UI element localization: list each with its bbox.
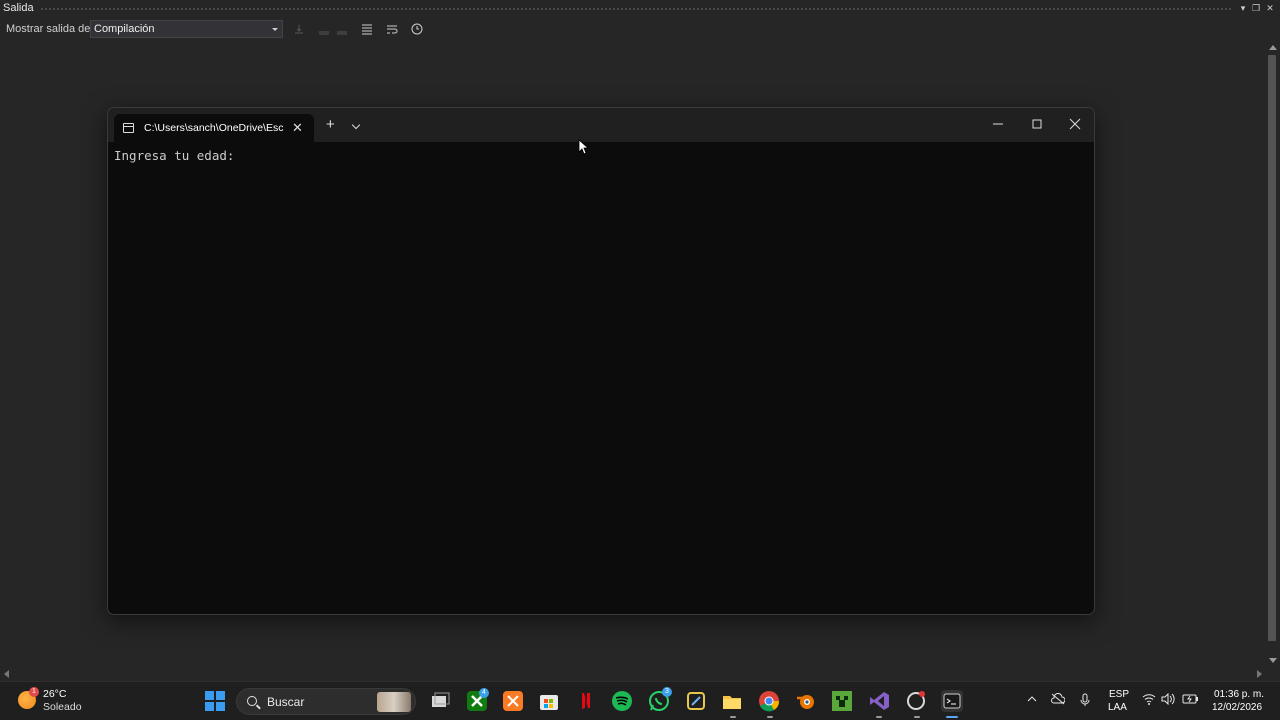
maximize-icon[interactable] [1029,116,1045,132]
taskbar-search[interactable]: Buscar [236,688,416,715]
next-message-icon[interactable] [335,22,349,36]
taskbar: 1 26°C Soleado Buscar 4 3 ESP LAA 01:36 … [0,681,1280,720]
snipping-tool-icon[interactable] [685,690,707,712]
terminal-app-icon[interactable] [941,690,963,712]
search-icon [247,696,257,706]
minecraft-icon[interactable] [831,690,853,712]
scroll-up-icon[interactable] [1269,45,1277,50]
terminal-output[interactable]: Ingresa tu edad: [114,148,234,163]
volume-icon[interactable] [1161,692,1175,708]
microphone-icon[interactable] [1080,693,1090,710]
spotify-icon[interactable] [611,690,633,712]
scroll-right-icon[interactable] [1257,670,1262,678]
close-tab-icon[interactable]: ✕ [292,120,303,136]
running-indicator [914,716,920,718]
scrollbar-thumb[interactable] [1268,55,1276,641]
visual-studio-icon[interactable] [868,690,890,712]
panel-menu-icon[interactable]: ▾ [1237,1,1249,15]
chevron-down-icon [272,28,278,31]
panel-close-icon[interactable]: ✕ [1264,1,1276,15]
whatsapp-badge: 3 [662,687,672,697]
active-indicator [946,716,958,718]
language-indicator[interactable]: ESP [1109,689,1129,700]
output-panel-title: Salida [3,2,34,14]
running-indicator [730,716,736,718]
output-source-select[interactable]: Compilación [90,20,283,38]
xbox-badge: 4 [479,688,489,698]
cloud-off-icon[interactable] [1051,693,1066,708]
windows-start-icon[interactable] [204,690,226,712]
running-indicator [767,716,773,718]
weather-temperature[interactable]: 26°C [43,688,66,700]
chevron-down-icon[interactable] [351,120,361,130]
netflix-icon[interactable] [575,690,597,712]
xampp-icon[interactable] [502,690,524,712]
chevron-up-icon[interactable] [1027,693,1037,707]
go-to-message-icon[interactable] [292,22,306,36]
mouse-cursor-icon [578,139,590,155]
previous-message-icon[interactable] [317,22,331,36]
keyboard-layout[interactable]: LAA [1108,702,1127,713]
clear-all-icon[interactable] [360,22,374,36]
microsoft-store-icon[interactable] [538,690,560,712]
search-highlight-image [377,692,411,712]
show-output-label: Mostrar salida de: [6,23,94,35]
task-view-icon[interactable] [429,690,451,712]
titlebar-grip[interactable] [40,8,1232,10]
word-wrap-icon[interactable] [385,22,399,36]
output-source-value: Compilación [94,23,155,35]
terminal-tab-title: C:\Users\sanch\OneDrive\Escr [144,122,284,134]
scroll-left-icon[interactable] [4,670,9,678]
blender-icon[interactable] [795,690,817,712]
clock-icon[interactable] [410,22,424,36]
weather-badge: 1 [29,687,39,697]
vertical-scrollbar[interactable] [1265,41,1280,667]
new-tab-button[interactable]: + [326,117,335,132]
github-desktop-icon[interactable] [905,690,927,712]
output-toolbar: Mostrar salida de: Compilación [0,17,1280,41]
panel-restore-icon[interactable]: ❐ [1250,1,1262,15]
taskbar-date[interactable]: 12/02/2026 [1212,702,1262,713]
output-panel-titlebar: Salida ▾ ❐ ✕ [0,0,1280,17]
file-explorer-icon[interactable] [721,690,743,712]
chrome-icon[interactable] [758,690,780,712]
minimize-icon[interactable] [990,116,1006,132]
battery-icon[interactable] [1182,693,1199,708]
running-indicator [876,716,882,718]
taskbar-time[interactable]: 01:36 p. m. [1214,689,1264,700]
terminal-titlebar[interactable]: C:\Users\sanch\OneDrive\Escr ✕ + [108,108,1094,142]
terminal-tab[interactable]: C:\Users\sanch\OneDrive\Escr ✕ [114,114,314,142]
terminal-window[interactable]: C:\Users\sanch\OneDrive\Escr ✕ + Ingresa… [107,107,1095,615]
wifi-icon[interactable] [1142,693,1156,708]
terminal-tab-icon [123,123,134,133]
close-window-icon[interactable] [1067,116,1083,132]
weather-condition[interactable]: Soleado [43,701,82,713]
horizontal-scrollbar[interactable] [0,667,1265,681]
search-placeholder: Buscar [267,695,305,709]
scroll-down-icon[interactable] [1269,658,1277,663]
